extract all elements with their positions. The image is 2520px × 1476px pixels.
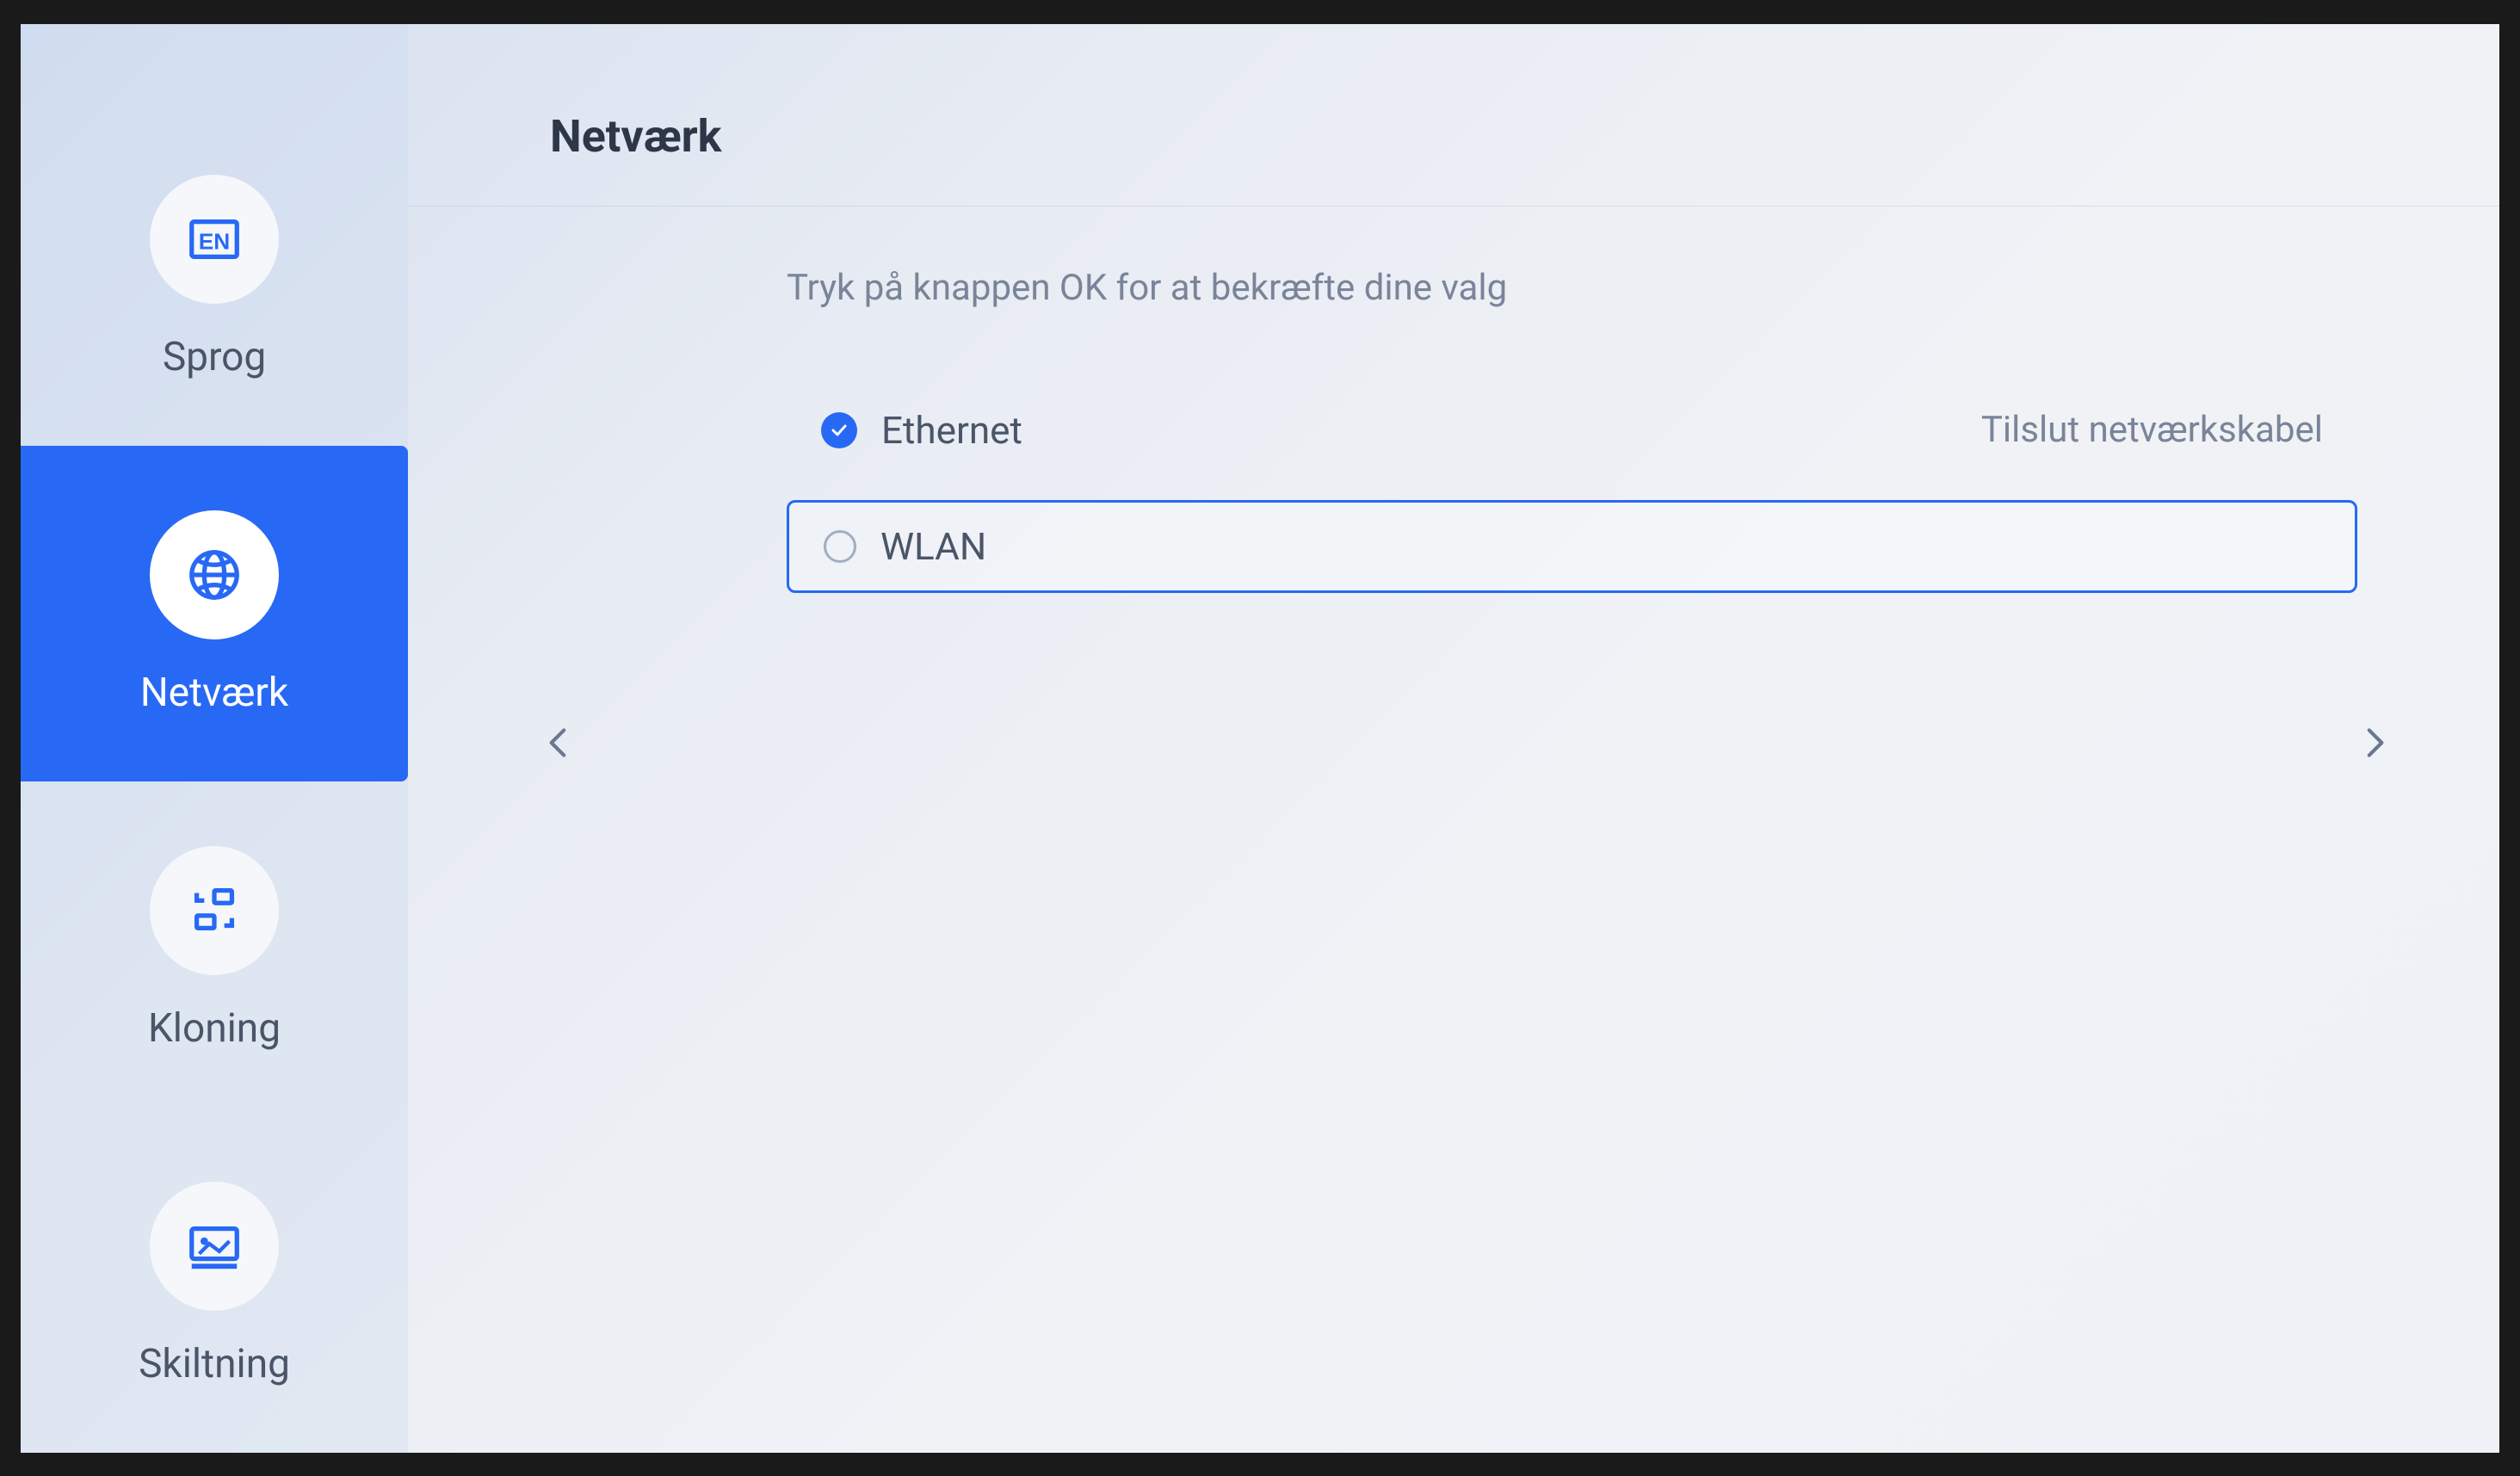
chevron-right-icon [2353, 713, 2396, 773]
settings-screen: EN Sprog Netværk [21, 24, 2499, 1453]
signage-icon-circle [150, 1182, 279, 1311]
cloning-icon [184, 880, 244, 941]
sidebar-item-network[interactable]: Netværk [21, 446, 408, 781]
main-content: Netværk Tryk på knappen OK for at bekræf… [408, 24, 2499, 1453]
nav-forward-button[interactable] [2353, 713, 2396, 788]
sidebar-item-cloning[interactable]: Kloning [21, 781, 408, 1117]
radio-unchecked-icon [824, 530, 856, 563]
content-area: Tryk på knappen OK for at bekræfte dine … [408, 207, 2499, 1453]
sidebar-item-label: Sprog [163, 334, 266, 380]
sidebar-item-label: Kloning [148, 1005, 281, 1052]
sidebar-item-label: Netværk [140, 670, 288, 716]
radio-checked-icon [821, 412, 857, 448]
option-ethernet[interactable]: Ethernet Tilslut netværkskabel [787, 386, 2357, 474]
page-title: Netværk [550, 110, 2499, 163]
cloning-icon-circle [150, 846, 279, 975]
network-icon-circle [150, 510, 279, 639]
sidebar-item-signage[interactable]: Skiltning [21, 1117, 408, 1453]
option-status: Tilslut netværkskabel [1981, 409, 2323, 451]
option-label: Ethernet [881, 408, 1022, 453]
option-left-group: Ethernet [821, 408, 1022, 453]
checkmark-icon [829, 420, 849, 441]
option-left-group: WLAN [824, 524, 986, 569]
sidebar: EN Sprog Netværk [21, 24, 408, 1453]
header: Netværk [408, 24, 2499, 207]
instruction-text: Tryk på knappen OK for at bekræfte dine … [787, 267, 2357, 309]
language-icon: EN [184, 209, 244, 269]
network-icon [184, 545, 244, 605]
nav-back-button[interactable] [537, 713, 580, 788]
sidebar-item-label: Skiltning [139, 1341, 290, 1387]
option-wlan[interactable]: WLAN [787, 500, 2357, 593]
chevron-left-icon [537, 713, 580, 773]
option-label: WLAN [880, 524, 986, 569]
svg-text:EN: EN [199, 229, 230, 255]
signage-icon [184, 1216, 244, 1276]
language-icon-circle: EN [150, 175, 279, 304]
sidebar-item-language[interactable]: EN Sprog [21, 110, 408, 446]
